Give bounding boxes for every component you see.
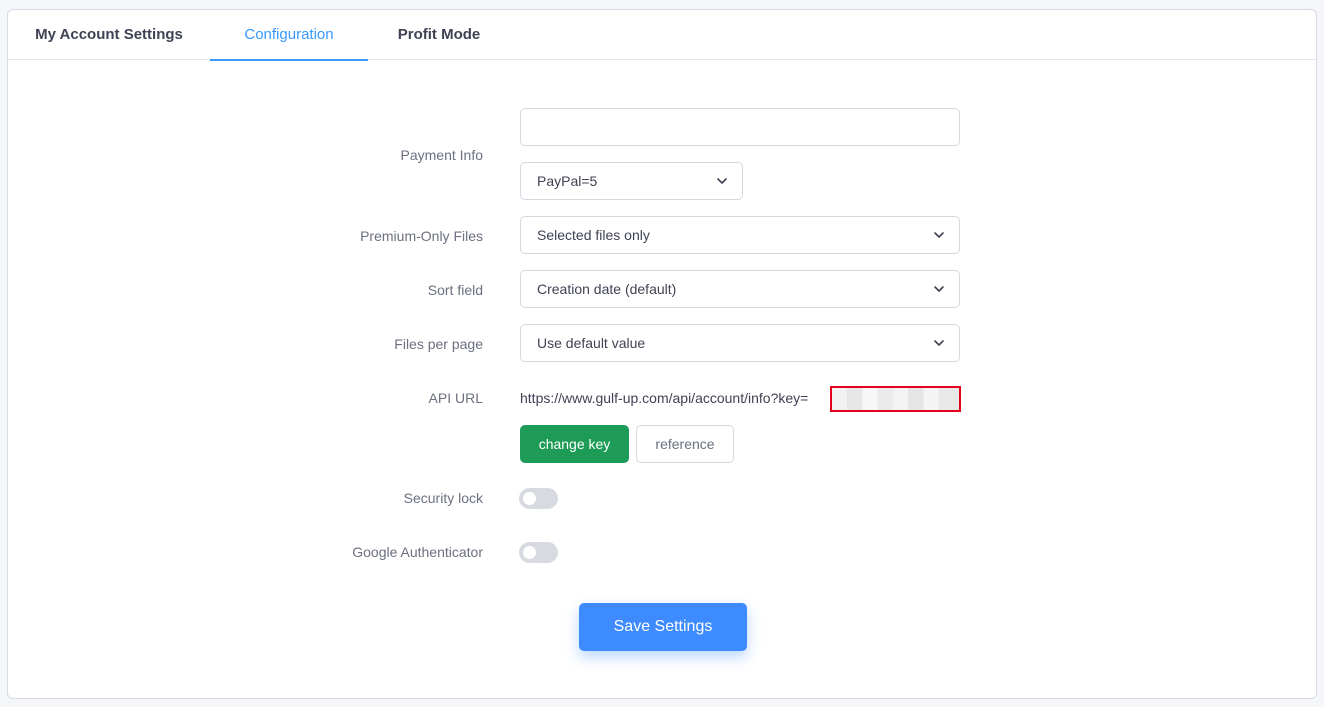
chevron-down-icon — [934, 286, 944, 292]
google-authenticator-label: Google Authenticator — [352, 544, 483, 560]
sort-field-select[interactable]: Creation date (default) — [520, 270, 960, 308]
chevron-down-icon — [717, 178, 727, 184]
sort-field-label: Sort field — [427, 282, 483, 298]
payment-info-label: Payment Info — [400, 147, 484, 163]
redacted-api-key — [830, 386, 961, 412]
chevron-down-icon — [934, 340, 944, 346]
settings-card: My Account Settings Configuration Profit… — [7, 9, 1317, 699]
chevron-down-icon — [934, 232, 944, 238]
tab-my-account-settings[interactable]: My Account Settings — [8, 10, 210, 60]
google-authenticator-toggle[interactable] — [519, 542, 558, 563]
api-url-text: https://www.gulf-up.com/api/account/info… — [520, 390, 809, 406]
tab-configuration[interactable]: Configuration — [210, 10, 368, 61]
toggle-knob — [523, 492, 536, 505]
payment-method-value: PayPal=5 — [537, 173, 598, 189]
save-settings-button[interactable]: Save Settings — [579, 603, 747, 651]
premium-only-files-select[interactable]: Selected files only — [520, 216, 960, 254]
files-per-page-select[interactable]: Use default value — [520, 324, 960, 362]
sort-field-value: Creation date (default) — [537, 281, 677, 297]
premium-only-files-value: Selected files only — [537, 227, 650, 243]
reference-button[interactable]: reference — [636, 425, 734, 463]
payment-info-input[interactable] — [520, 108, 960, 146]
files-per-page-label: Files per page — [394, 336, 483, 352]
toggle-knob — [523, 546, 536, 559]
files-per-page-value: Use default value — [537, 335, 646, 351]
tab-bar: My Account Settings Configuration Profit… — [8, 10, 1316, 61]
security-lock-label: Security lock — [403, 490, 483, 506]
security-lock-toggle[interactable] — [519, 488, 558, 509]
payment-method-select[interactable]: PayPal=5 — [520, 162, 743, 200]
tab-profit-mode[interactable]: Profit Mode — [368, 10, 510, 60]
api-url-label: API URL — [428, 390, 483, 406]
change-key-button[interactable]: change key — [520, 425, 629, 463]
premium-only-files-label: Premium-Only Files — [360, 228, 483, 244]
